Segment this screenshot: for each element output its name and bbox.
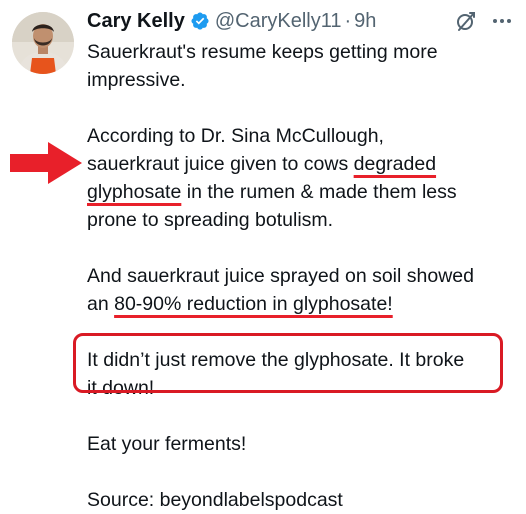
underlined-text: degraded	[353, 153, 437, 175]
text-line: glyphosate in the rumen & made them less	[87, 178, 517, 206]
grok-icon[interactable]	[454, 9, 478, 33]
text-line: And sauerkraut juice sprayed on soil sho…	[87, 265, 474, 287]
avatar[interactable]	[12, 12, 74, 74]
paragraph-3: And sauerkraut juice sprayed on soil sho…	[87, 262, 517, 318]
verified-badge-icon	[190, 11, 210, 31]
paragraph-6: Source: beyondlabelspodcast	[87, 486, 517, 514]
text-segment: in the rumen & made them less	[181, 181, 457, 203]
tweet-text: Sauerkraut's resume keeps getting more i…	[87, 38, 517, 514]
paragraph-2: According to Dr. Sina McCullough, sauerk…	[87, 122, 517, 234]
avatar-image	[12, 12, 74, 74]
text-line: Sauerkraut's resume keeps getting more	[87, 41, 438, 63]
paragraph-5: Eat your ferments!	[87, 430, 517, 458]
text-line: According to Dr. Sina McCullough,	[87, 125, 384, 147]
paragraph-4: It didn’t just remove the glyphosate. It…	[87, 346, 517, 402]
text-line: Source: beyondlabelspodcast	[87, 489, 343, 511]
tweet-timestamp[interactable]: 9h	[354, 10, 376, 33]
tweet: Cary Kelly @CaryKelly11 · 9h Sauerkraut'…	[0, 0, 526, 511]
text-line: Eat your ferments!	[87, 433, 247, 455]
tweet-header: Cary Kelly @CaryKelly11 · 9h	[87, 6, 376, 36]
text-line: impressive.	[87, 69, 186, 91]
header-separator: ·	[344, 9, 352, 32]
text-line: sauerkraut juice given to cows degraded	[87, 150, 517, 178]
text-segment: an	[87, 293, 115, 315]
author-handle[interactable]: @CaryKelly11	[215, 10, 342, 33]
text-line: it down!	[87, 377, 155, 399]
underlined-text: glyphosate	[87, 181, 182, 203]
text-line: prone to spreading botulism.	[87, 209, 334, 231]
underlined-text: 80-90% reduction in glyphosate!	[114, 293, 393, 315]
text-segment: sauerkraut juice given to cows	[87, 153, 354, 175]
text-line: It didn’t just remove the glyphosate. It…	[87, 349, 465, 371]
paragraph-1: Sauerkraut's resume keeps getting more i…	[87, 38, 517, 94]
text-line: an 80-90% reduction in glyphosate!	[87, 290, 517, 318]
author-name[interactable]: Cary Kelly	[87, 10, 185, 33]
red-arrow-icon	[8, 139, 84, 187]
more-options-icon[interactable]	[488, 10, 516, 32]
